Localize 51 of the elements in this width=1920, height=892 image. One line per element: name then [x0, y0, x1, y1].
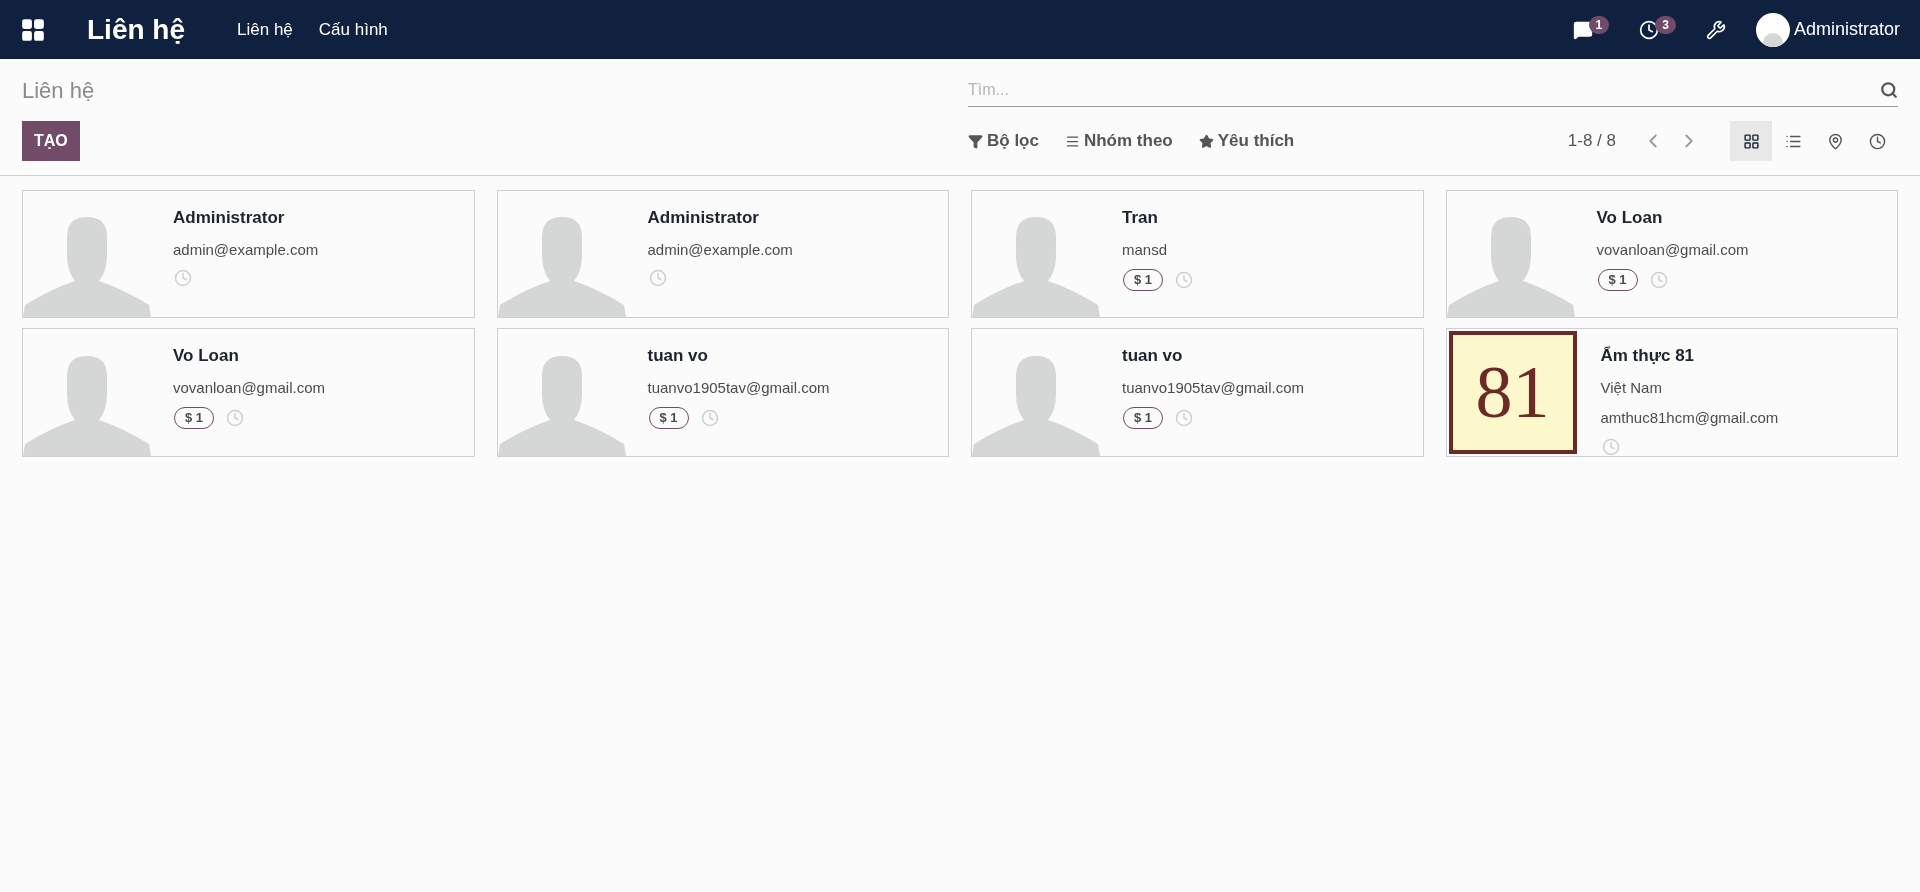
contact-detail: vovanloan@gmail.com [1596, 239, 1749, 260]
filter-icon [968, 133, 983, 149]
view-switch-button[interactable] [1730, 121, 1772, 161]
app-title: Liên hệ [87, 12, 185, 47]
contact-name: Tran [1122, 207, 1158, 229]
search-icon[interactable] [1880, 80, 1898, 99]
contact-card[interactable]: 81 Ẩm thực 81 Việt Nam amthuc81hcm@gmail.com [1445, 328, 1898, 457]
contact-detail: tuanvo1905tav@gmail.com [647, 377, 830, 398]
contact-detail: Việt Nam [1600, 377, 1662, 398]
create-button[interactable]: TẠO [22, 121, 80, 161]
contact-card[interactable]: Vo Loan vovanloan@gmail.com $ 1 [1445, 190, 1898, 318]
contact-detail: tuanvo1905tav@gmail.com [1122, 377, 1304, 398]
contact-card[interactable]: Tran mansd $ 1 [971, 190, 1424, 318]
group-icon [1064, 133, 1080, 149]
user-name[interactable]: Administrator [1793, 16, 1900, 43]
nav-menu-item[interactable]: Liên hệ [237, 16, 293, 43]
contact-detail: admin@example.com [173, 239, 319, 260]
nav-menu-item[interactable]: Cấu hình [318, 16, 388, 43]
tools-icon[interactable] [1705, 19, 1726, 40]
restaurant-logo: 81 [1448, 331, 1577, 454]
favorite-icon [1198, 133, 1214, 149]
contact-name: Vo Loan [173, 345, 239, 367]
map-pin-icon [1826, 132, 1844, 150]
contact-card[interactable]: Administrator admin@example.com [496, 190, 949, 318]
contact-name: Administrator [173, 207, 285, 229]
search-field[interactable]: Tìm... [968, 73, 1880, 106]
clock-icon [1868, 132, 1886, 150]
apps-menu-icon[interactable] [20, 16, 46, 43]
contact-name: Vo Loan [1596, 207, 1663, 229]
pager-value: 1-8 / 8 [1567, 130, 1616, 153]
contact-name: Administrator [647, 207, 759, 229]
kanban-view-icon [1742, 132, 1760, 150]
contact-card[interactable]: Vo Loan vovanloan@gmail.com $ 1 [22, 328, 475, 457]
filter-menu-button[interactable]: Bộ lọc [968, 128, 1039, 154]
contact-detail: vovanloan@gmail.com [173, 377, 325, 398]
contact-detail: mansd [1122, 239, 1168, 260]
contact-card[interactable]: Administrator admin@example.com [22, 190, 475, 318]
contact-card[interactable]: tuan vo tuanvo1905tav@gmail.com $ 1 [496, 328, 949, 457]
contact-name: tuan vo [1122, 345, 1183, 367]
chat-icon[interactable] [1572, 19, 1593, 40]
contact-card[interactable]: tuan vo tuanvo1905tav@gmail.com $ 1 [971, 328, 1424, 457]
activity-count-badge: 3 [1655, 15, 1676, 34]
filter-menu-button[interactable]: Yêu thích [1198, 128, 1295, 154]
breadcrumb: Liên hệ [22, 76, 96, 105]
message-count-badge: 1 [1588, 15, 1610, 34]
contact-detail: amthuc81hcm@gmail.com [1600, 408, 1779, 428]
filter-menu-button[interactable]: Nhóm theo [1064, 128, 1173, 154]
contact-name: Ẩm thực 81 [1600, 345, 1695, 367]
user-avatar-icon[interactable] [1755, 12, 1790, 47]
contact-name: tuan vo [647, 345, 708, 367]
contact-detail: admin@example.com [647, 239, 793, 260]
